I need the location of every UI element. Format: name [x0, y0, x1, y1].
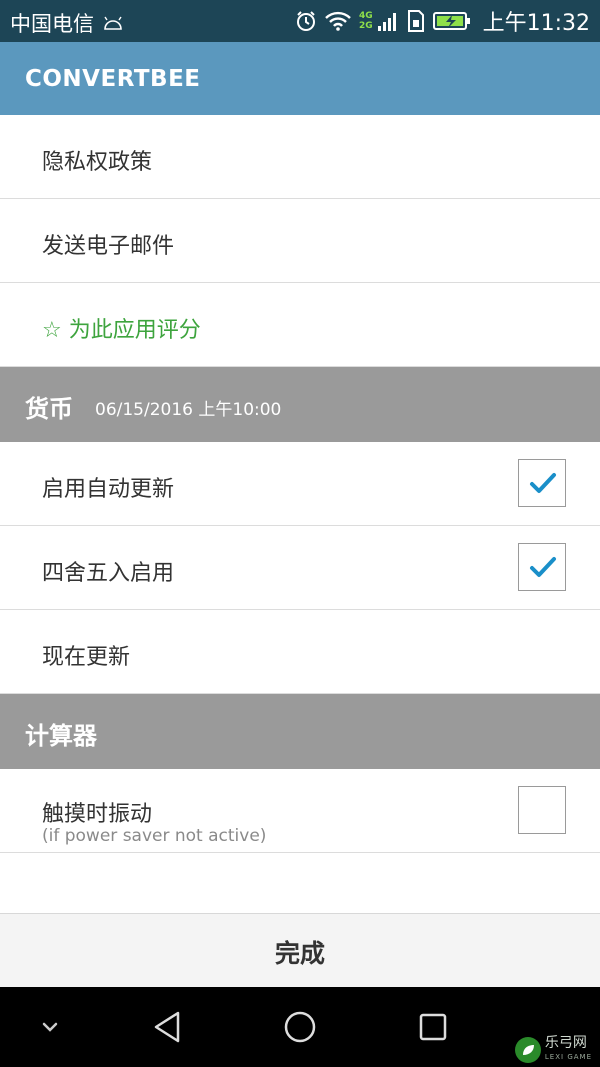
android-icon [104, 16, 122, 30]
carrier-group: 中国电信 [10, 8, 124, 38]
send-email-label: 发送电子邮件 [42, 234, 175, 259]
rate-app-item[interactable]: ☆ 为此应用评分 [0, 283, 600, 367]
recents-button[interactable] [393, 987, 473, 1067]
leaf-icon [522, 1045, 534, 1055]
currency-section-header: 货币 06/15/2016 上午10:00 [0, 367, 600, 442]
leaf-logo-icon [514, 1037, 541, 1063]
carrier-label: 中国电信 [10, 12, 94, 36]
clock: 上午11:32 [482, 11, 590, 36]
network-4g: 4G [358, 11, 373, 21]
app-title: CONVERTBEE [25, 66, 201, 92]
calculator-section-title: 计算器 [25, 722, 97, 750]
rounding-label: 四舍五入启用 [42, 561, 175, 586]
vibrate-checkbox[interactable] [518, 786, 566, 834]
star-icon: ☆ [42, 318, 62, 343]
currency-update-date: 06/15/2016 上午10:00 [95, 400, 282, 420]
done-label: 完成 [274, 939, 325, 968]
rate-app-label: 为此应用评分 [68, 318, 201, 343]
send-email-item[interactable]: 发送电子邮件 [0, 199, 600, 283]
home-icon [284, 1011, 316, 1043]
network-2g: 2G [358, 21, 373, 31]
currency-section-title: 货币 [25, 395, 73, 423]
auto-update-checkbox[interactable] [518, 459, 566, 507]
vibrate-sublabel: (if power saver not active) [42, 826, 267, 846]
auto-update-label: 启用自动更新 [42, 477, 175, 502]
battery-charging-icon [432, 12, 470, 30]
vibrate-label: 触摸时振动 [42, 802, 153, 827]
update-now-item[interactable]: 现在更新 [0, 610, 600, 694]
privacy-policy-label: 隐私权政策 [42, 150, 153, 175]
hide-nav-button[interactable] [10, 987, 90, 1067]
status-icons: 4G 2G 上午11:32 [295, 7, 590, 36]
watermark: 乐弓网 LEXI GAME [514, 1036, 592, 1064]
chevron-down-icon [42, 1022, 58, 1032]
rounding-item[interactable]: 四舍五入启用 [0, 526, 600, 610]
auto-update-item[interactable]: 启用自动更新 [0, 442, 600, 526]
status-bar: 中国电信 4G 2G 上午11:32 [0, 0, 600, 42]
home-button[interactable] [260, 987, 340, 1067]
sim-icon [407, 10, 424, 32]
update-now-label: 现在更新 [42, 645, 131, 670]
checkmark-icon [530, 557, 556, 577]
rounding-checkbox[interactable] [518, 543, 566, 591]
watermark-text: 乐弓网 LEXI GAME [545, 1036, 592, 1064]
network-type: 4G 2G [359, 11, 373, 31]
app-bar: CONVERTBEE [0, 42, 600, 115]
signal-icon [377, 13, 396, 31]
vibrate-item[interactable]: 触摸时振动 (if power saver not active) [0, 769, 600, 853]
settings-list: 隐私权政策 发送电子邮件 ☆ 为此应用评分 货币 06/15/2016 上午10… [0, 115, 600, 853]
back-icon [154, 1011, 180, 1043]
back-button[interactable] [127, 987, 207, 1067]
calculator-section-header: 计算器 [0, 694, 600, 769]
wifi-icon [325, 11, 351, 31]
checkmark-icon [530, 473, 556, 493]
recents-icon [419, 1013, 447, 1041]
alarm-icon [296, 11, 315, 31]
watermark-subtitle: LEXI GAME [544, 1053, 592, 1061]
watermark-title: 乐弓网 [544, 1035, 587, 1051]
rate-app-text: ☆ 为此应用评分 [42, 312, 201, 344]
privacy-policy-item[interactable]: 隐私权政策 [0, 115, 600, 199]
done-button[interactable]: 完成 [0, 913, 600, 987]
navigation-bar [0, 987, 600, 1067]
